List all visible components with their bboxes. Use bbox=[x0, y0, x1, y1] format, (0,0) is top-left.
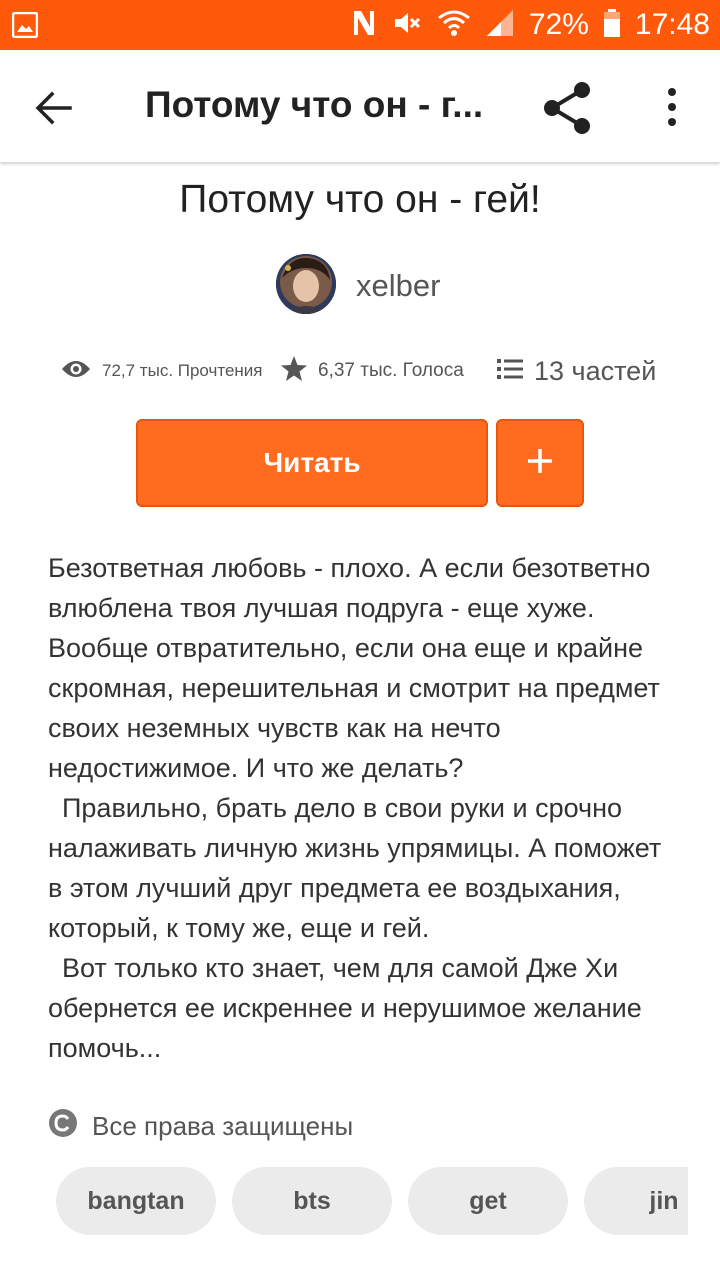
more-vert-icon[interactable] bbox=[652, 84, 692, 132]
copyright-icon bbox=[48, 1108, 78, 1145]
reads-count: 72,7 тыс. Прочтения bbox=[102, 361, 263, 380]
list-icon bbox=[496, 357, 524, 386]
tag-chip[interactable]: bangtan bbox=[56, 1167, 216, 1235]
story-description: Безответная любовь - плохо. А если безот… bbox=[48, 548, 678, 1068]
status-bar: 72% 17:48 bbox=[0, 0, 720, 50]
description-paragraph: Вот только кто знает, чем для самой Дже … bbox=[48, 953, 642, 1063]
parts-count[interactable]: 13 частей bbox=[534, 356, 656, 387]
share-icon[interactable] bbox=[540, 80, 596, 136]
tag-chip[interactable]: get bbox=[408, 1167, 568, 1235]
n-icon bbox=[351, 8, 377, 43]
gallery-icon bbox=[11, 11, 39, 39]
plus-icon bbox=[525, 446, 555, 481]
author-name[interactable]: xelber bbox=[356, 268, 440, 304]
votes-stat: 6,37 тыс. Голоса bbox=[280, 348, 464, 394]
description-paragraph: Правильно, брать дело в свои руки и сроч… bbox=[48, 793, 662, 943]
eye-icon bbox=[60, 357, 92, 386]
signal-icon bbox=[485, 8, 515, 43]
back-arrow-icon[interactable] bbox=[30, 84, 78, 132]
app-bar: Потому что он - г... bbox=[0, 50, 720, 162]
description-paragraph: Безответная любовь - плохо. А если безот… bbox=[48, 553, 660, 783]
avatar[interactable] bbox=[276, 254, 336, 314]
author-row[interactable]: xelber bbox=[0, 254, 720, 316]
tag-chip[interactable]: bts bbox=[232, 1167, 392, 1235]
mute-icon bbox=[391, 8, 423, 43]
reads-stat: 72,7 тыс. Прочтения bbox=[60, 348, 263, 394]
battery-percent: 72% bbox=[528, 8, 589, 41]
story-title: Потому что он - гей! bbox=[179, 178, 541, 221]
tag-list: bangtan bts get jin bbox=[56, 1167, 688, 1235]
app-bar-title: Потому что он - г... bbox=[145, 84, 484, 125]
clock: 17:48 bbox=[634, 8, 710, 41]
add-to-library-button[interactable] bbox=[496, 419, 584, 507]
read-button[interactable]: Читать bbox=[136, 419, 488, 507]
wifi-icon bbox=[437, 8, 471, 43]
votes-count: 6,37 тыс. Голоса bbox=[318, 360, 464, 381]
tag-chip[interactable]: jin bbox=[584, 1167, 688, 1235]
parts-stat[interactable]: 13 частей bbox=[496, 348, 656, 394]
copyright-row: Все права защищены bbox=[48, 1108, 353, 1144]
battery-icon bbox=[603, 8, 621, 43]
stats-row: 72,7 тыс. Прочтения 6,37 тыс. Голоса 13 … bbox=[0, 348, 720, 394]
copyright-text: Все права защищены bbox=[92, 1110, 354, 1141]
star-icon bbox=[280, 355, 308, 388]
